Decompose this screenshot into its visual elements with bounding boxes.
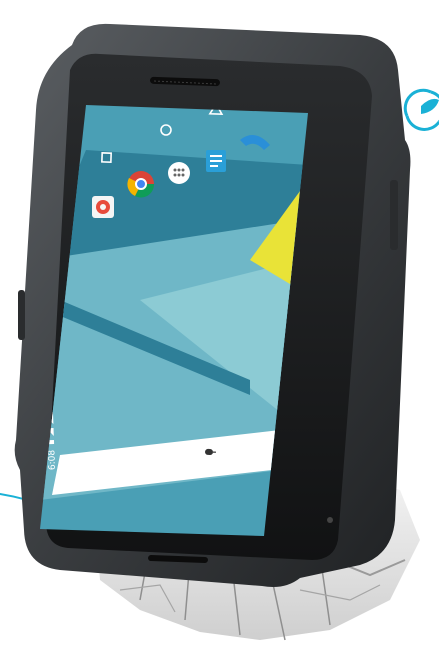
- product-photo: 6:08: [0, 0, 439, 651]
- photos-app-icon[interactable]: [92, 196, 114, 218]
- recycle-leaf-icon: [405, 90, 439, 129]
- side-button: [18, 290, 25, 340]
- side-button: [390, 180, 398, 250]
- messenger-app-icon[interactable]: [206, 150, 226, 172]
- photo-canvas: 6:08: [0, 0, 439, 651]
- app-drawer-icon[interactable]: [168, 162, 190, 184]
- camera-dot: [327, 517, 333, 523]
- status-time: 6:08: [47, 449, 58, 470]
